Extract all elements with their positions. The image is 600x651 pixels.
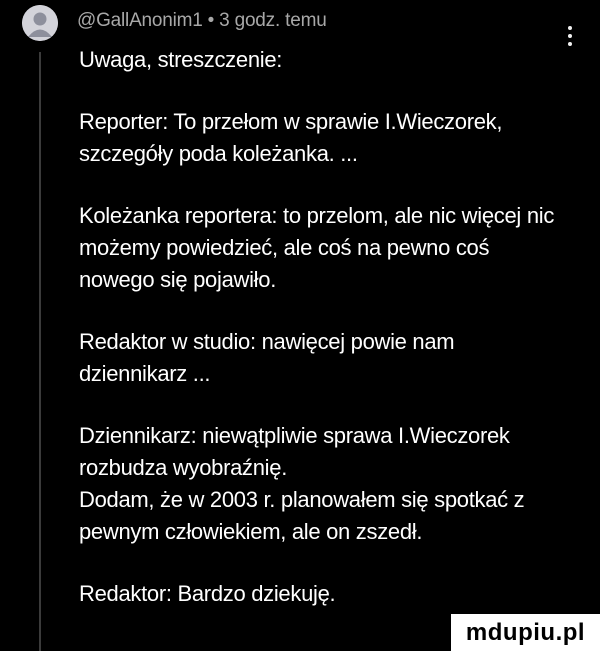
post-body-line: Uwaga, streszczenie: xyxy=(79,47,283,72)
post-body-line: pewnym człowiekiem, ale on zszedł. xyxy=(79,519,423,544)
post-body-line: Koleżanka reportera: to przelom, ale nic… xyxy=(79,203,555,228)
post-body-line: Dodam, że w 2003 r. planowałem się spotk… xyxy=(79,487,525,512)
watermark-text: mdupiu.pl xyxy=(465,618,586,646)
username[interactable]: @GallAnonim1 xyxy=(77,10,203,31)
thread-line xyxy=(39,52,41,651)
kebab-menu-icon[interactable] xyxy=(567,26,573,46)
default-user-avatar-icon xyxy=(22,5,58,41)
post-body-line: Reporter: To przełom w sprawie I.Wieczor… xyxy=(79,109,503,134)
post-header: @GallAnonim1 • 3 godz. temu xyxy=(77,10,327,32)
meta-separator: • xyxy=(207,10,215,31)
post-body-line: dziennikarz ... xyxy=(79,361,211,386)
post-body-line: Redaktor: Bardzo dziekuję. xyxy=(79,581,336,606)
timestamp: 3 godz. temu xyxy=(219,10,327,31)
watermark-logo: mdupiu.pl xyxy=(451,614,600,651)
user-avatar[interactable] xyxy=(22,5,58,41)
post-body-line: możemy powiedzieć, ale coś na pewno coś xyxy=(79,235,490,260)
post-body: Uwaga, streszczenie: Reporter: To przełom… xyxy=(79,44,579,610)
post-body-line: nowego się pojawiło. xyxy=(79,267,277,292)
post-body-line: Dziennikarz: niewątpliwie sprawa I.Wiecz… xyxy=(79,423,510,448)
post-body-line: Redaktor w studio: nawięcej powie nam xyxy=(79,329,455,354)
post-body-line: szczegóły poda koleżanka. ... xyxy=(79,141,358,166)
post-body-line: rozbudza wyobraźnię. xyxy=(79,455,288,480)
